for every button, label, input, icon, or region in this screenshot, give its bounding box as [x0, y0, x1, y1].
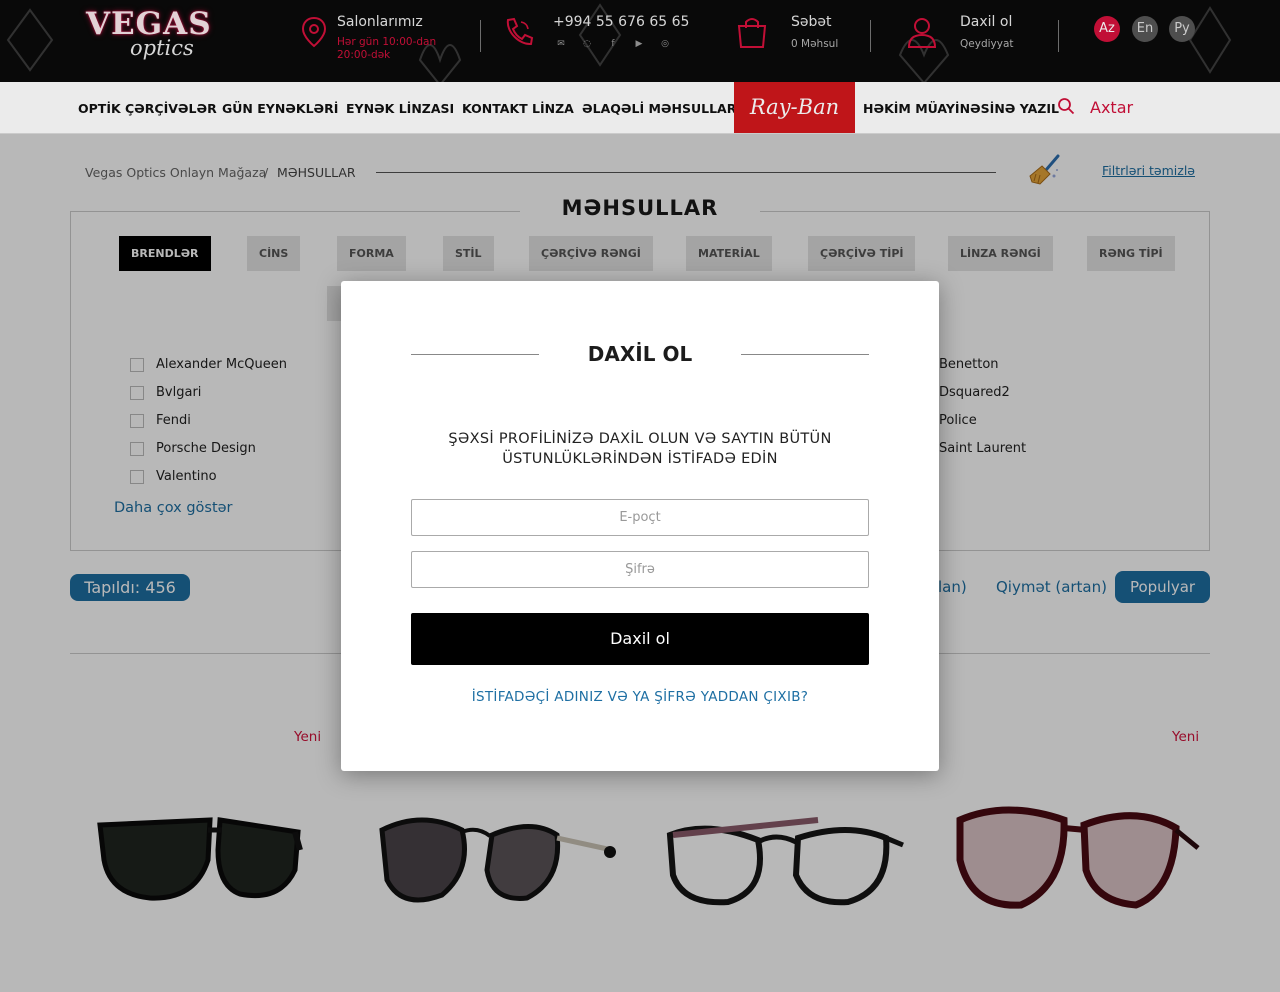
youtube-icon[interactable]: ▶: [633, 39, 645, 49]
lang-az-button[interactable]: Az: [1094, 16, 1120, 42]
location-pin-icon: [301, 16, 327, 48]
social-links: ✉ ◌ f ▶ ◎: [555, 39, 689, 49]
divider: [870, 20, 871, 52]
login-modal: DAXİL OL ŞƏXSİ PROFİLİNİZƏ DAXİL OLUN VƏ…: [341, 281, 939, 771]
instagram-icon[interactable]: ◎: [659, 39, 671, 49]
login-link[interactable]: Daxil ol: [960, 14, 1014, 30]
contact-block[interactable]: +994 55 676 65 65 ✉ ◌ f ▶ ◎: [553, 14, 689, 49]
modal-subtitle: ŞƏXSİ PROFİLİNİZƏ DAXİL OLUN VƏ SAYTIN B…: [448, 431, 832, 467]
top-bar: VEGAS optics Salonlarımız Hər gün 10:00-…: [0, 0, 1280, 82]
cart-count: 0 Məhsul: [791, 38, 839, 50]
cart-block[interactable]: Səbət 0 Məhsul: [791, 14, 838, 50]
lang-ru-button[interactable]: Ру: [1169, 16, 1195, 42]
account-block: Daxil ol Qeydiyyat: [960, 14, 1014, 50]
phone-number[interactable]: +994 55 676 65 65: [553, 14, 689, 30]
nav-lenses[interactable]: EYNƏK LİNZASI: [346, 101, 454, 116]
nav-sunglasses[interactable]: GÜN EYNƏKLƏRİ: [222, 101, 338, 116]
whatsapp-icon[interactable]: ◌: [581, 39, 593, 49]
salons-hours: Hər gün 10:00-dan 20:00-dək: [337, 36, 437, 61]
search-icon[interactable]: [1057, 97, 1075, 115]
salons-block[interactable]: Salonlarımız Hər gün 10:00-dan 20:00-dək: [337, 14, 457, 62]
salons-title: Salonlarımız: [337, 14, 423, 30]
main-nav: OPTİK ÇƏRÇİVƏLƏR GÜN EYNƏKLƏRİ EYNƏK LİN…: [0, 82, 1280, 134]
nav-doctor-appointment[interactable]: HƏKİM MÜAYİNƏSİNƏ YAZIL: [863, 101, 1059, 116]
nav-related-products[interactable]: ƏLAQƏLİ MƏHSULLAR: [582, 101, 736, 116]
modal-title: DAXİL OL: [587, 342, 693, 366]
search-link[interactable]: Axtar: [1090, 98, 1133, 117]
vegas-optics-logo[interactable]: VEGAS optics: [86, 6, 211, 70]
register-link[interactable]: Qeydiyyat: [960, 38, 1014, 50]
divider: [1058, 20, 1059, 52]
user-icon: [907, 18, 937, 48]
nav-optical-frames[interactable]: OPTİK ÇƏRÇİVƏLƏR: [78, 101, 217, 116]
login-submit-button[interactable]: Daxil ol: [411, 613, 869, 665]
lang-en-button[interactable]: En: [1132, 16, 1158, 42]
shopping-bag-icon: [737, 18, 767, 48]
divider: [480, 20, 481, 52]
nav-contact-lenses[interactable]: KONTAKT LİNZA: [462, 101, 574, 116]
mail-icon[interactable]: ✉: [555, 39, 567, 49]
rayban-logo-link[interactable]: Ray-Ban: [734, 82, 855, 133]
email-field[interactable]: [411, 499, 869, 536]
password-field[interactable]: [411, 551, 869, 588]
forgot-credentials-link[interactable]: İSTİFADƏÇİ ADINIZ VƏ YA ŞİFRƏ YADDAN ÇIX…: [341, 689, 939, 705]
cart-title: Səbət: [791, 14, 832, 30]
facebook-icon[interactable]: f: [607, 39, 619, 49]
phone-icon: [506, 17, 534, 46]
